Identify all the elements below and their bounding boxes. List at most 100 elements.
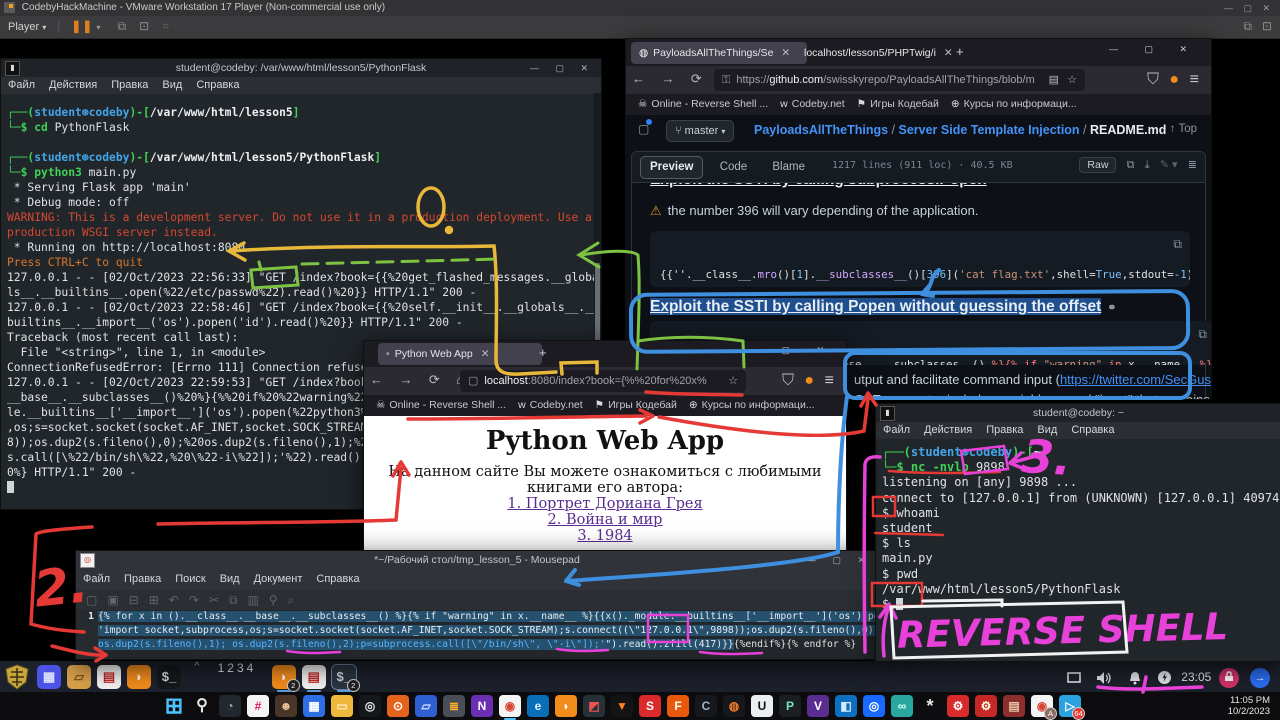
taskbar-app-icon[interactable]: ◎ <box>359 695 381 717</box>
terminal2-titlebar[interactable]: ▮ student@codeby: ~ <box>876 404 1280 422</box>
vm-app-icon[interactable]: $_2 <box>332 665 356 689</box>
new-tab-button[interactable]: + <box>539 345 547 360</box>
menu-item[interactable]: Вид <box>162 79 182 91</box>
taskbar-app-icon[interactable]: ∞ <box>891 695 913 717</box>
forward-icon[interactable]: → <box>661 71 674 86</box>
tab-payloadsallthethings[interactable]: ◍PayloadsAllTheThings/Se✕ <box>631 42 807 64</box>
taskbar-app-icon[interactable]: # <box>247 695 269 717</box>
vm-clock[interactable]: 23:05 <box>1181 670 1211 684</box>
toolbar-icon[interactable]: ▢ <box>86 593 97 607</box>
bookmark-item[interactable]: wCodeby.net <box>518 399 583 411</box>
menu-item[interactable]: Правка <box>124 573 161 585</box>
taskbar-app-icon[interactable]: ◧ <box>835 695 857 717</box>
toolbar-icon[interactable]: ⚲ <box>269 593 278 607</box>
book-link[interactable]: 2. Война и мир <box>364 512 846 528</box>
download-icon[interactable]: ⤓ <box>1145 159 1150 171</box>
close-tab-icon[interactable]: ✕ <box>481 348 490 360</box>
reader-icon[interactable]: ▤ <box>1049 69 1059 91</box>
toolbar-icon[interactable]: ▥ <box>248 593 259 607</box>
taskbar-app-icon[interactable]: ☻ <box>275 695 297 717</box>
taskbar-app-icon[interactable]: ⚙ <box>947 695 969 717</box>
tab-preview[interactable]: Preview <box>640 156 703 179</box>
menu-item[interactable]: Документ <box>254 573 303 585</box>
shield-icon[interactable]: ⛉ <box>782 372 794 390</box>
menu-item[interactable]: Действия <box>924 424 972 436</box>
taskbar-app-icon[interactable]: ≣ <box>443 695 465 717</box>
power-indicator-icon[interactable] <box>1157 670 1172 685</box>
taskbar-app-icon[interactable]: ▱ <box>415 695 437 717</box>
python-url-bar[interactable]: ▢localhost:8080/index?book={%%20for%20x%… <box>460 370 746 392</box>
lock-screen-icon[interactable] <box>1219 668 1239 688</box>
toolbar-right-icons[interactable]: ⧉⊡ <box>1243 19 1272 34</box>
taskbar-app-icon[interactable]: V <box>807 695 829 717</box>
taskbar-app-icon[interactable]: ◗ <box>555 695 577 717</box>
vm-app-icon[interactable]: ◗2 <box>272 665 296 689</box>
taskbar-app-icon[interactable]: ▭ <box>331 695 353 717</box>
bookmark-star-icon[interactable]: ☆ <box>728 370 738 392</box>
menu-item[interactable]: Справка <box>196 79 239 91</box>
toolbar-icon[interactable]: ⌕ <box>288 593 295 607</box>
menu-item[interactable]: Файл <box>883 424 910 436</box>
menu-item[interactable]: Правка <box>111 79 148 91</box>
tab-localhost-phptwig[interactable]: localhost/lesson5/PHPTwig/i✕ <box>796 42 962 64</box>
terminal1-window-controls[interactable]: — ▢ ✕ <box>530 59 595 77</box>
menu-item[interactable]: Действия <box>49 79 97 91</box>
taskbar-app-icon[interactable]: ◍ <box>723 695 745 717</box>
reload-icon[interactable]: ⟳ <box>429 372 440 388</box>
bookmark-item[interactable]: ⊕Курсы по информаци... <box>951 98 1077 110</box>
menu-item[interactable]: Справка <box>1071 424 1114 436</box>
forward-icon[interactable]: → <box>399 372 412 387</box>
reload-icon[interactable]: ⟳ <box>691 71 702 87</box>
toolbar-icon[interactable]: ▣ <box>107 593 118 607</box>
menu-item[interactable]: Файл <box>83 573 110 585</box>
vm-launcher-icon[interactable]: ◗ <box>127 665 151 689</box>
branch-selector[interactable]: ⑂ master ▾ <box>666 120 734 142</box>
taskbar-app-icon[interactable]: ◎ <box>863 695 885 717</box>
player-menu-button[interactable]: Player ▾ <box>8 21 46 33</box>
back-icon[interactable]: ← <box>370 372 383 387</box>
copy-code-icon[interactable]: ⧉ <box>1173 237 1182 252</box>
workspace-switcher[interactable]: 1234 <box>218 661 257 675</box>
taskbar-app-icon[interactable]: S <box>639 695 661 717</box>
toolbar-icon[interactable]: ⊞ <box>149 593 159 607</box>
tab-blame[interactable]: Blame <box>763 157 814 178</box>
taskbar-app-icon[interactable]: F <box>667 695 689 717</box>
taskbar-app-icon[interactable]: P <box>779 695 801 717</box>
book-link[interactable]: 1. Портрет Дориана Грея <box>364 496 846 512</box>
mousepad-titlebar[interactable]: ◎ *~/Рабочий стол/tmp_lesson_5 - Mousepa… <box>76 551 878 569</box>
vm-launcher-icon[interactable]: ▱ <box>67 665 91 689</box>
taskbar-app-icon[interactable]: ▷64 <box>1059 695 1081 717</box>
collapse-caret[interactable]: ^ <box>194 661 199 672</box>
send-ctrl-alt-del-icon[interactable]: ⧉ <box>118 19 127 33</box>
new-tab-button[interactable]: + <box>956 44 964 59</box>
taskbar-app-icon[interactable]: ▼ <box>611 695 633 717</box>
editor-text[interactable]: {% for x in ().__class__.__base__.__subc… <box>98 610 878 652</box>
taskbar-app-icon[interactable]: ◉A <box>1031 695 1053 717</box>
code-block-subclasses[interactable]: {{''.__class__.mro()[1].__subclasses__()… <box>650 231 1190 287</box>
toolbar-icon[interactable]: ⧉ <box>229 593 238 607</box>
volume-icon[interactable] <box>1096 671 1112 685</box>
fullscreen-icon[interactable]: ⊡ <box>139 19 149 33</box>
account-icon[interactable]: ● <box>804 372 814 390</box>
anchor-link-icon[interactable]: ⚭ <box>1107 301 1116 314</box>
toolbar-icon[interactable]: ↶ <box>169 593 179 607</box>
github-window-controls[interactable]: — ▢ ✕ <box>1109 44 1199 55</box>
taskbar-app-icon[interactable]: ◩ <box>583 695 605 717</box>
back-icon[interactable]: ← <box>632 71 645 86</box>
distro-logo-icon[interactable] <box>4 664 30 690</box>
taskbar-app-icon[interactable]: ⊞ <box>163 695 185 717</box>
bookmark-item[interactable]: ⚑Игры Кодебай <box>595 399 677 411</box>
tab-python-web-app[interactable]: •Python Web App✕ <box>378 343 542 365</box>
hamburger-menu-icon[interactable]: ≡ <box>825 372 834 390</box>
breadcrumb[interactable]: PayloadsAllTheThings / Server Side Templ… <box>754 123 1166 137</box>
taskbar-app-icon[interactable]: e <box>527 695 549 717</box>
vm-launcher-icon[interactable]: ▤ <box>97 665 121 689</box>
bookmark-item[interactable]: ☠Online - Reverse Shell ... <box>638 98 768 110</box>
taskbar-app-icon[interactable]: ◔ <box>219 695 241 717</box>
taskbar-app-icon[interactable]: ▦ <box>303 695 325 717</box>
taskbar-app-icon[interactable]: C <box>695 695 717 717</box>
menu-item[interactable]: Вид <box>220 573 240 585</box>
bookmark-item[interactable]: ⊕Курсы по информаци... <box>689 399 815 411</box>
menu-item[interactable]: Правка <box>986 424 1023 436</box>
bookmark-item[interactable]: ⚑Игры Кодебай <box>857 98 939 110</box>
